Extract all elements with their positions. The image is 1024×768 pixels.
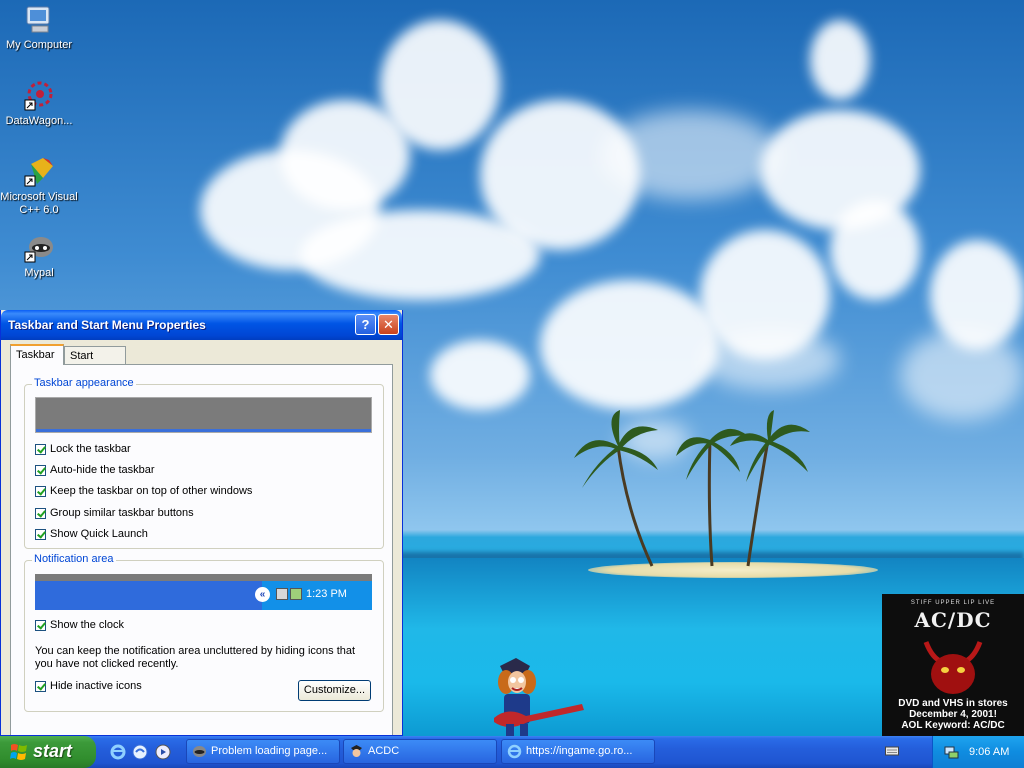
- checkbox-label: Show the clock: [50, 619, 124, 632]
- visual-cpp-icon: [23, 156, 55, 188]
- acdc-ad-banner[interactable]: STIFF UPPER LIP LIVE AC/DC DVD and VHS i…: [882, 594, 1024, 736]
- checkbox-box[interactable]: [35, 507, 46, 519]
- ad-line-1: DVD and VHS in stores: [898, 698, 1008, 709]
- start-label: start: [33, 741, 73, 761]
- group-legend: Notification area: [32, 553, 116, 565]
- cloud: [430, 340, 530, 410]
- desktop-icon-label: DataWagon...: [5, 115, 73, 127]
- cloud: [700, 330, 840, 390]
- desktop-icon-my-computer[interactable]: My Computer: [0, 4, 78, 52]
- datawagon-icon: [23, 80, 55, 112]
- taskbar-properties-dialog: Taskbar and Start Menu Properties ? ✕ Ta…: [0, 310, 403, 736]
- checkbox-label: Group similar taskbar buttons: [50, 507, 194, 520]
- tab-start-menu[interactable]: Start Menu: [64, 346, 126, 380]
- cloud: [380, 20, 500, 150]
- mypal-icon: [193, 746, 206, 757]
- keyboard-icon[interactable]: [885, 745, 899, 757]
- network-icon: [276, 588, 288, 600]
- taskbar: start Problem loading page... ACDC https…: [0, 736, 1024, 768]
- network-icon[interactable]: [943, 744, 959, 760]
- checkbox-box[interactable]: [35, 680, 46, 692]
- tab-taskbar[interactable]: Taskbar: [10, 344, 64, 365]
- notification-area-group: Notification area « 1:23 PM Show the clo…: [24, 553, 384, 712]
- mypal-icon: [23, 232, 55, 264]
- checkbox-label: Show Quick Launch: [50, 528, 148, 541]
- show-clock-checkbox[interactable]: Show the clock: [35, 619, 124, 633]
- ad-text: DVD and VHS in stores December 4, 2001!: [882, 698, 1024, 720]
- checkbox-label: Hide inactive icons: [50, 680, 142, 693]
- devil-head-icon: [923, 641, 983, 694]
- quick-launch-checkbox[interactable]: Show Quick Launch: [35, 528, 148, 542]
- task-label: https://ingame.go.ro...: [526, 745, 633, 757]
- desktop-icon-label: Mypal: [24, 267, 54, 279]
- desktop-icon-visual-cpp[interactable]: Microsoft Visual C++ 6.0: [0, 156, 78, 217]
- task-label: ACDC: [368, 745, 400, 757]
- ad-line-2: December 4, 2001!: [909, 709, 997, 720]
- desktop-icon-datawagon[interactable]: DataWagon...: [0, 80, 78, 128]
- printer-icon: [290, 588, 302, 600]
- help-button[interactable]: ?: [355, 314, 376, 335]
- keep-on-top-checkbox[interactable]: Keep the taskbar on top of other windows: [35, 485, 252, 499]
- checkbox-label: Keep the taskbar on top of other windows: [50, 485, 253, 498]
- checkbox-box[interactable]: [35, 443, 46, 455]
- hide-inactive-checkbox[interactable]: Hide inactive icons: [35, 680, 142, 694]
- task-label: Problem loading page...: [211, 745, 328, 757]
- group-buttons-checkbox[interactable]: Group similar taskbar buttons: [35, 507, 194, 521]
- outlook-express-icon[interactable]: [132, 744, 148, 760]
- cloud: [830, 200, 920, 300]
- desktop-icon-mypal[interactable]: Mypal: [0, 232, 78, 280]
- internet-explorer-icon[interactable]: [110, 744, 126, 760]
- acdc-icon: [351, 745, 362, 757]
- checkbox-box[interactable]: [35, 528, 46, 540]
- checkbox-box[interactable]: [35, 619, 46, 631]
- ad-line-3: AOL Keyword: AC/DC: [901, 720, 1005, 731]
- cloud: [900, 330, 1024, 420]
- start-button[interactable]: start: [0, 736, 96, 768]
- desktop-icon-label: My Computer: [5, 39, 73, 51]
- palm-trees-icon: [574, 410, 810, 567]
- taskbar-preview: [35, 397, 372, 433]
- desktop-icon-label: Microsoft Visual C++ 6.0: [0, 191, 78, 216]
- cloud: [600, 110, 780, 200]
- cloud: [810, 20, 870, 100]
- lock-taskbar-checkbox[interactable]: Lock the taskbar: [35, 443, 131, 457]
- ad-tagline: STIFF UPPER LIP LIVE: [910, 600, 996, 606]
- dialog-title: Taskbar and Start Menu Properties: [8, 318, 206, 332]
- group-legend: Taskbar appearance: [32, 377, 136, 389]
- checkbox-box[interactable]: [35, 464, 46, 476]
- ie-icon: [507, 744, 522, 759]
- auto-hide-checkbox[interactable]: Auto-hide the taskbar: [35, 464, 155, 478]
- tray-preview-area: « 1:23 PM: [255, 581, 372, 610]
- customize-button[interactable]: Customize...: [298, 680, 371, 701]
- checkbox-box[interactable]: [35, 485, 46, 497]
- computer-icon: [23, 4, 55, 36]
- task-acdc[interactable]: ACDC: [343, 739, 497, 764]
- windows-logo-icon: [10, 744, 27, 760]
- taskbar-appearance-group: Taskbar appearance Lock the taskbar Auto…: [24, 377, 384, 549]
- notification-preview: « 1:23 PM: [35, 574, 372, 610]
- checkbox-label: Auto-hide the taskbar: [50, 464, 155, 477]
- system-tray: 9:06 AM: [932, 736, 1024, 768]
- close-button[interactable]: ✕: [378, 314, 399, 335]
- cloud: [540, 280, 720, 410]
- task-browser[interactable]: https://ingame.go.ro...: [501, 739, 655, 764]
- media-player-icon[interactable]: [155, 744, 171, 760]
- guitarist-character-icon[interactable]: [486, 656, 590, 736]
- checkbox-label: Lock the taskbar: [50, 443, 131, 456]
- ad-logo: AC/DC: [914, 608, 992, 632]
- task-problem-loading[interactable]: Problem loading page...: [186, 739, 340, 764]
- taskbar-tab-panel: Taskbar appearance Lock the taskbar Auto…: [10, 364, 393, 735]
- preview-clock: 1:23 PM: [306, 588, 347, 600]
- clock[interactable]: 9:06 AM: [969, 746, 1009, 758]
- chevron-left-icon: «: [255, 587, 270, 602]
- dialog-titlebar[interactable]: Taskbar and Start Menu Properties ? ✕: [1, 310, 402, 340]
- notification-description: You can keep the notification area unclu…: [35, 645, 356, 670]
- desktop: My Computer DataWagon... Microsoft Visua…: [0, 0, 1024, 736]
